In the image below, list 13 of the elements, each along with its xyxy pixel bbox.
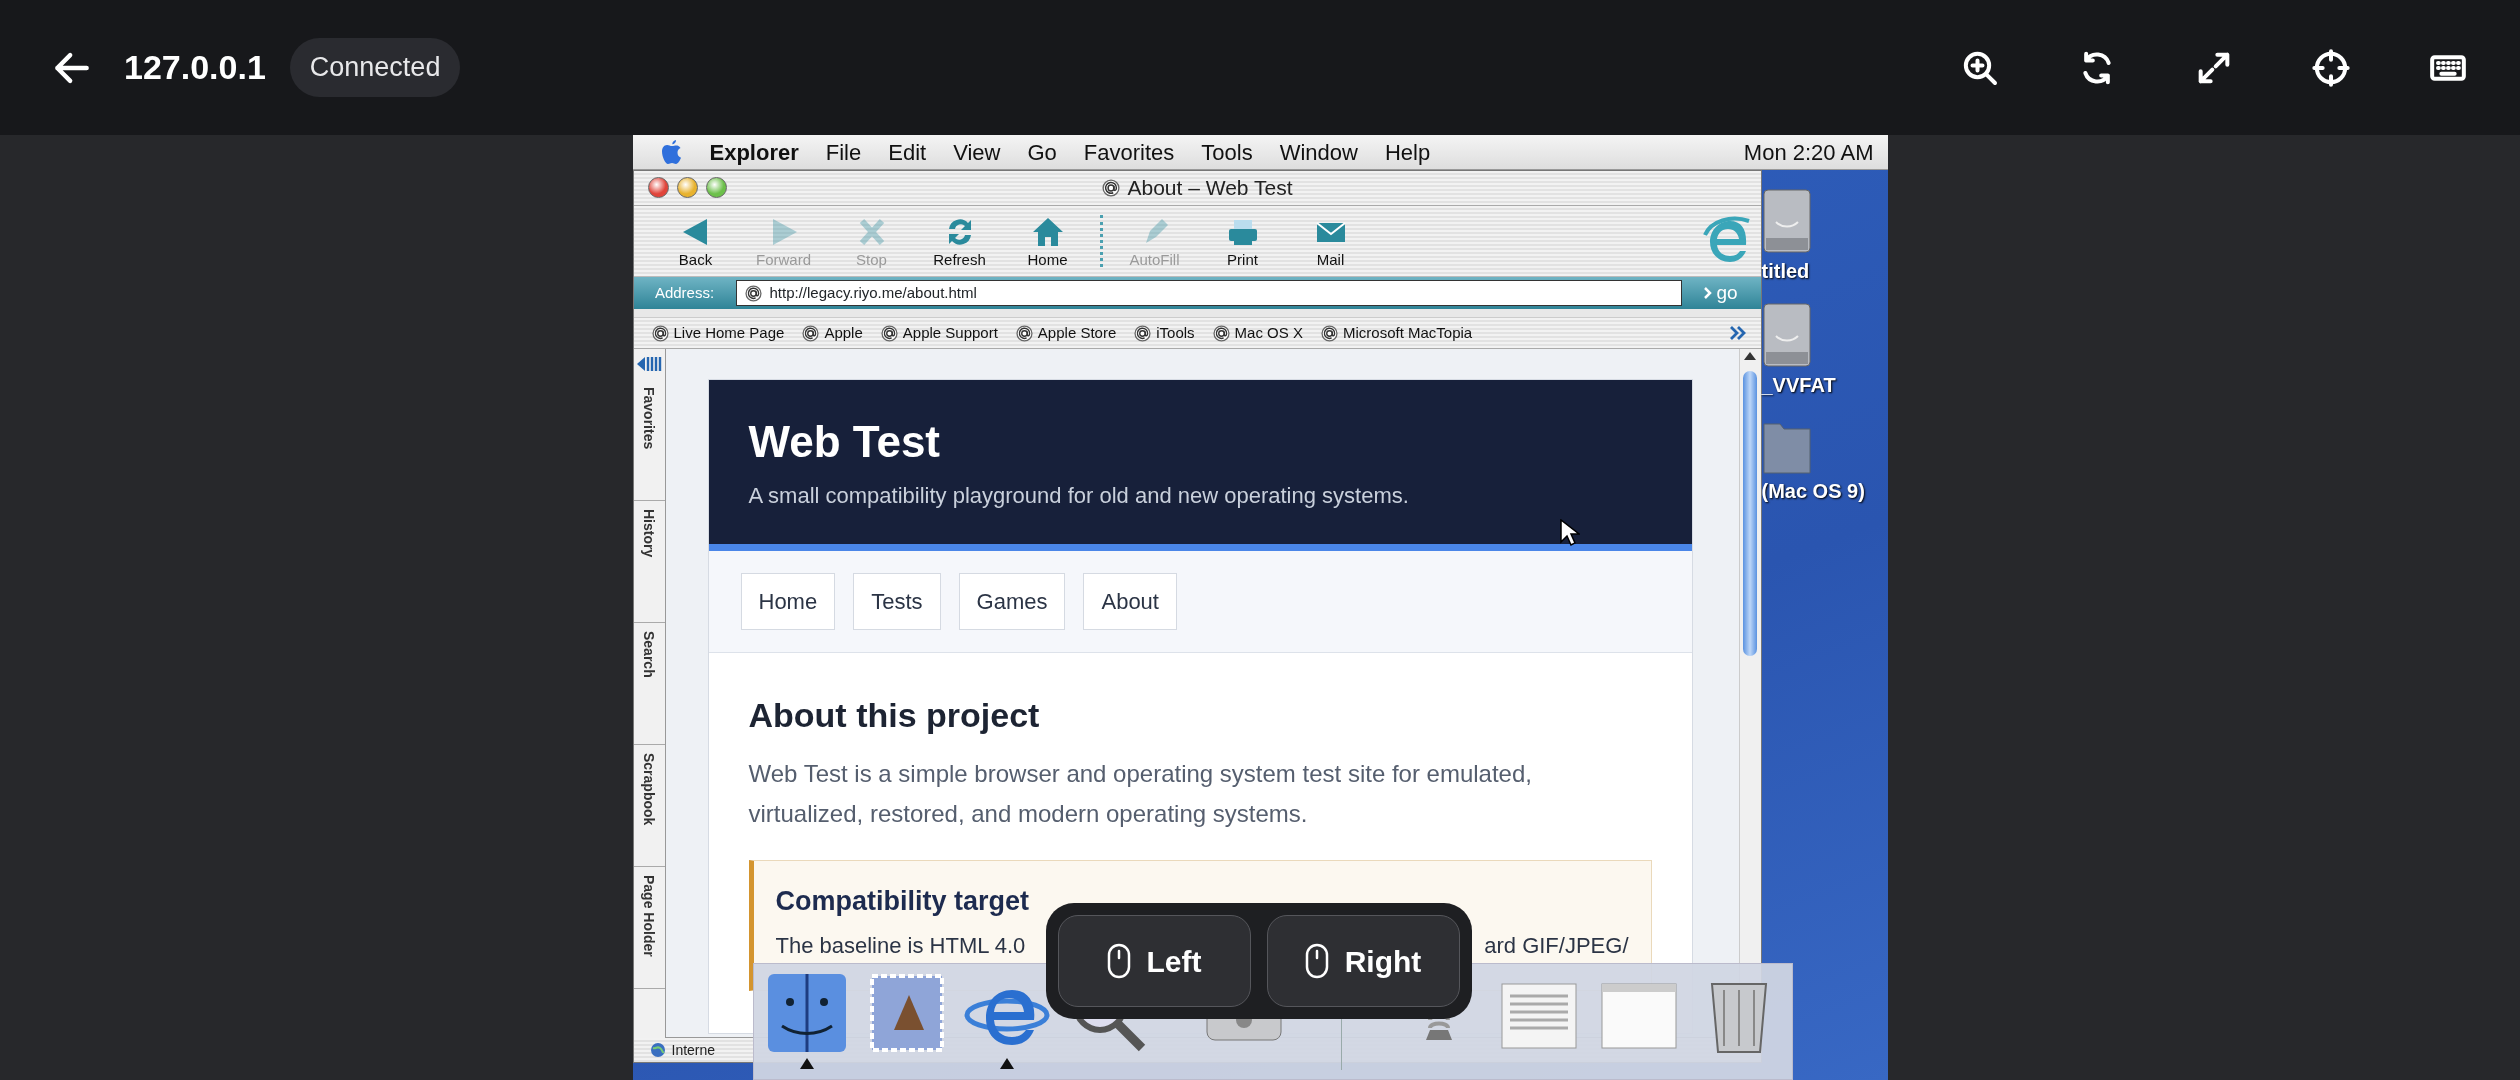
section-heading: About this project [748,694,1041,736]
address-label: Address: [653,282,716,303]
connection-status: Connected [289,38,461,97]
callout-text: ard GIF/JPEG/ [1484,932,1629,961]
status-text: Interne [671,1040,716,1060]
menu-clock: Mon 2:20 AM [1743,138,1874,167]
intro-paragraph: Web Test is a simple browser and operating system test site for emulated, virtualized, restored, and modern operating systems. [748,758,1533,829]
host-name: 127.0.0.1 [124,47,266,88]
window-title: About – Web Test [1127,175,1293,202]
site-title: Web Test [748,416,941,468]
callout-title: Compatibility target [775,884,1031,918]
site-tagline: A small compatibility playground for old and new operating systems. [748,481,1410,510]
callout-text: The baseline is HTML 4.0 [775,932,1026,961]
